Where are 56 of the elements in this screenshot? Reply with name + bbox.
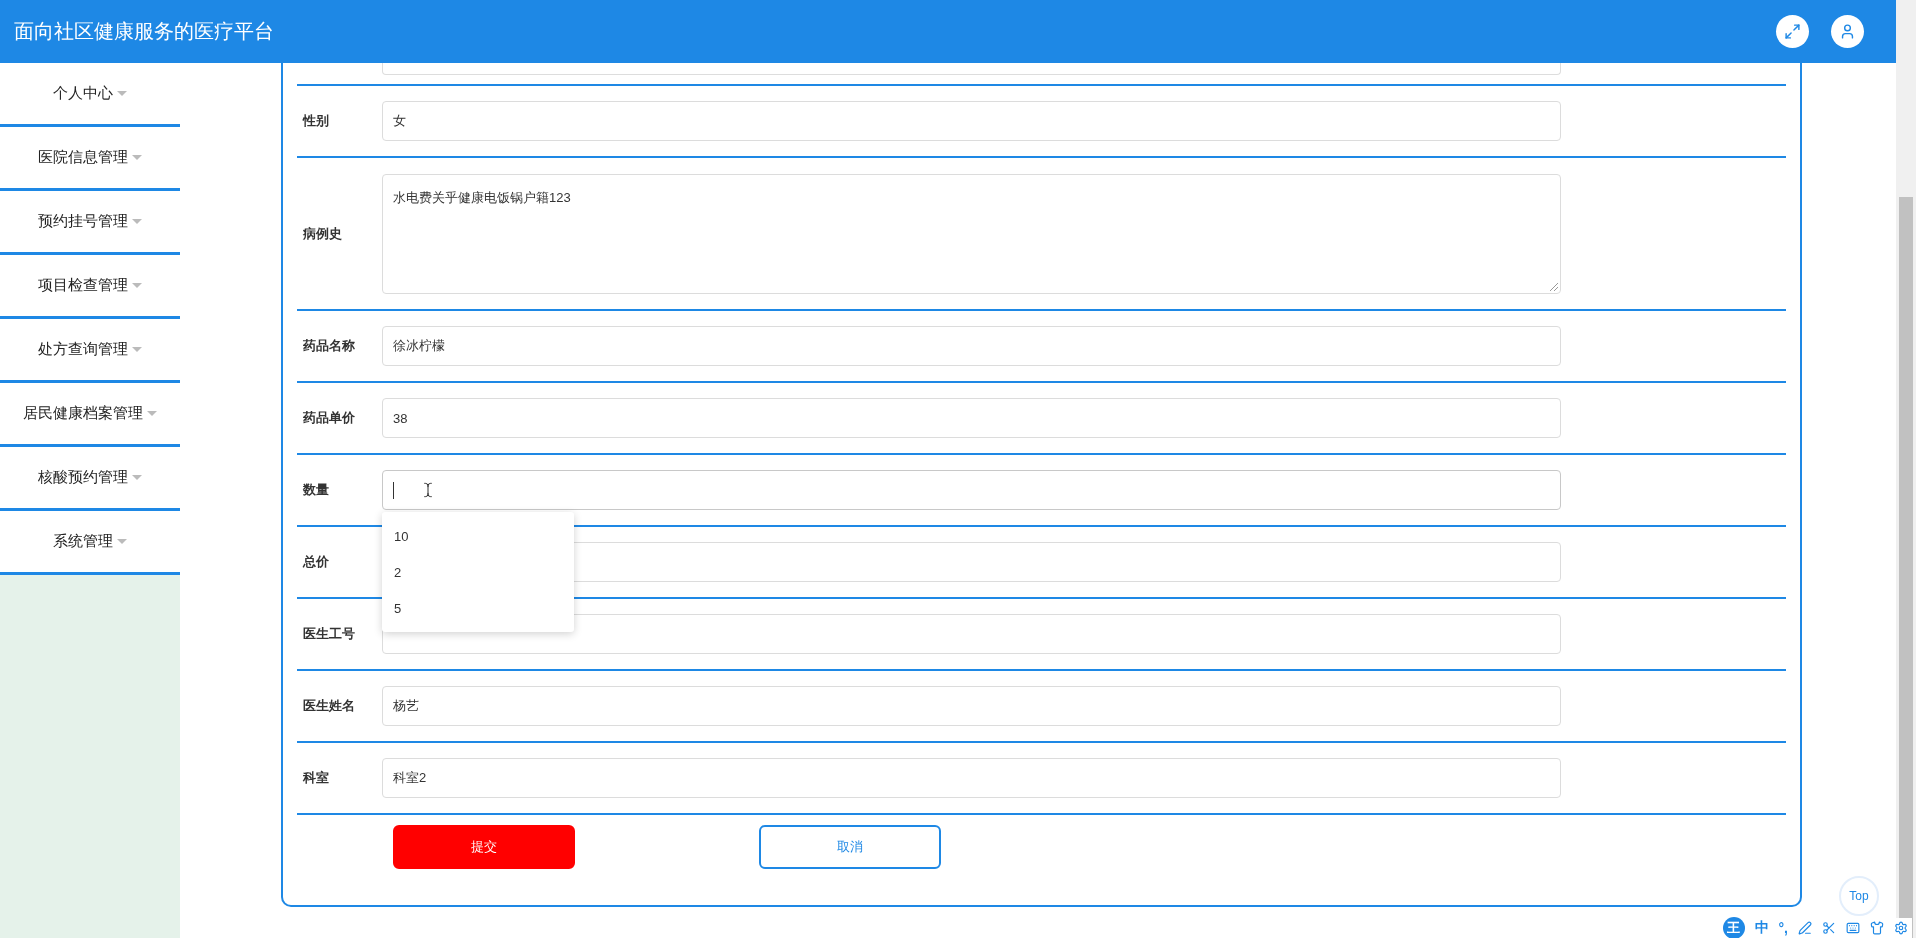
sidebar-item[interactable]: 个人中心	[0, 63, 180, 127]
cancel-button[interactable]: 取消	[759, 825, 941, 869]
text-caret	[393, 481, 394, 499]
keyboard-icon[interactable]	[1846, 921, 1860, 935]
ime-logo[interactable]: 王	[1722, 917, 1745, 938]
caret-icon	[117, 91, 127, 96]
caret-icon	[117, 539, 127, 544]
scissors-icon[interactable]	[1822, 921, 1836, 935]
field-label: 药品单价	[302, 409, 356, 427]
field-label: 性别	[301, 112, 330, 130]
caret-icon	[147, 411, 157, 416]
caret-icon	[132, 219, 142, 224]
back-to-top-button[interactable]: Top	[1839, 876, 1879, 916]
input-field[interactable]: 徐冰柠檬	[382, 326, 1561, 366]
sidebar-item[interactable]: 处方查询管理	[0, 319, 180, 383]
input-field[interactable]	[382, 470, 1561, 510]
user-icon	[1839, 23, 1856, 40]
caret-icon	[132, 155, 142, 160]
sidebar-item[interactable]: 居民健康档案管理	[0, 383, 180, 447]
scrollbar-thumb[interactable]	[1899, 197, 1913, 938]
field-label: 医生工号	[302, 625, 356, 643]
scrollbar[interactable]	[1896, 0, 1916, 938]
input-field[interactable]: 科室2	[382, 758, 1561, 798]
field-label: 药品名称	[302, 337, 356, 355]
field-label: 科室	[302, 769, 330, 787]
textarea-field[interactable]: 水电费关乎健康电饭锅户籍123	[382, 173, 1561, 294]
input-field[interactable]: 杨艺	[382, 686, 1561, 726]
input-field[interactable]	[382, 614, 1561, 654]
sidebar-item[interactable]: 预约挂号管理	[0, 191, 180, 255]
sidebar-item[interactable]: 医院信息管理	[0, 127, 180, 191]
pen-icon[interactable]	[1798, 921, 1812, 935]
ime-punctuation[interactable]: °,	[1778, 920, 1788, 936]
suggestion-option[interactable]: 2	[382, 554, 574, 590]
sidebar-item[interactable]: 系统管理	[0, 511, 180, 575]
caret-icon	[132, 475, 142, 480]
input-field[interactable]: 38	[382, 398, 1561, 438]
field-label: 总价	[301, 553, 330, 571]
caret-icon	[132, 347, 142, 352]
field-label: 数量	[302, 481, 330, 499]
field-label: 病例史	[302, 224, 343, 243]
suggestion-option[interactable]: 10	[382, 518, 574, 554]
submit-button[interactable]: 提交	[393, 825, 575, 869]
shirt-icon[interactable]	[1870, 921, 1884, 935]
app-title: 面向社区健康服务的医疗平台	[14, 19, 275, 44]
fullscreen-button[interactable]	[1776, 15, 1809, 48]
sidebar-item[interactable]: 项目检查管理	[0, 255, 180, 319]
field-label: 医生姓名	[302, 697, 356, 715]
settings-icon[interactable]	[1894, 921, 1908, 935]
caret-icon	[132, 283, 142, 288]
fullscreen-icon	[1784, 23, 1801, 40]
input-field[interactable]: 女	[382, 101, 1561, 141]
user-button[interactable]	[1831, 15, 1864, 48]
input-field[interactable]	[382, 63, 1561, 75]
suggestion-option[interactable]: 5	[382, 590, 574, 626]
ime-mode[interactable]: 中	[1754, 919, 1769, 937]
sidebar-item[interactable]: 核酸预约管理	[0, 447, 180, 511]
